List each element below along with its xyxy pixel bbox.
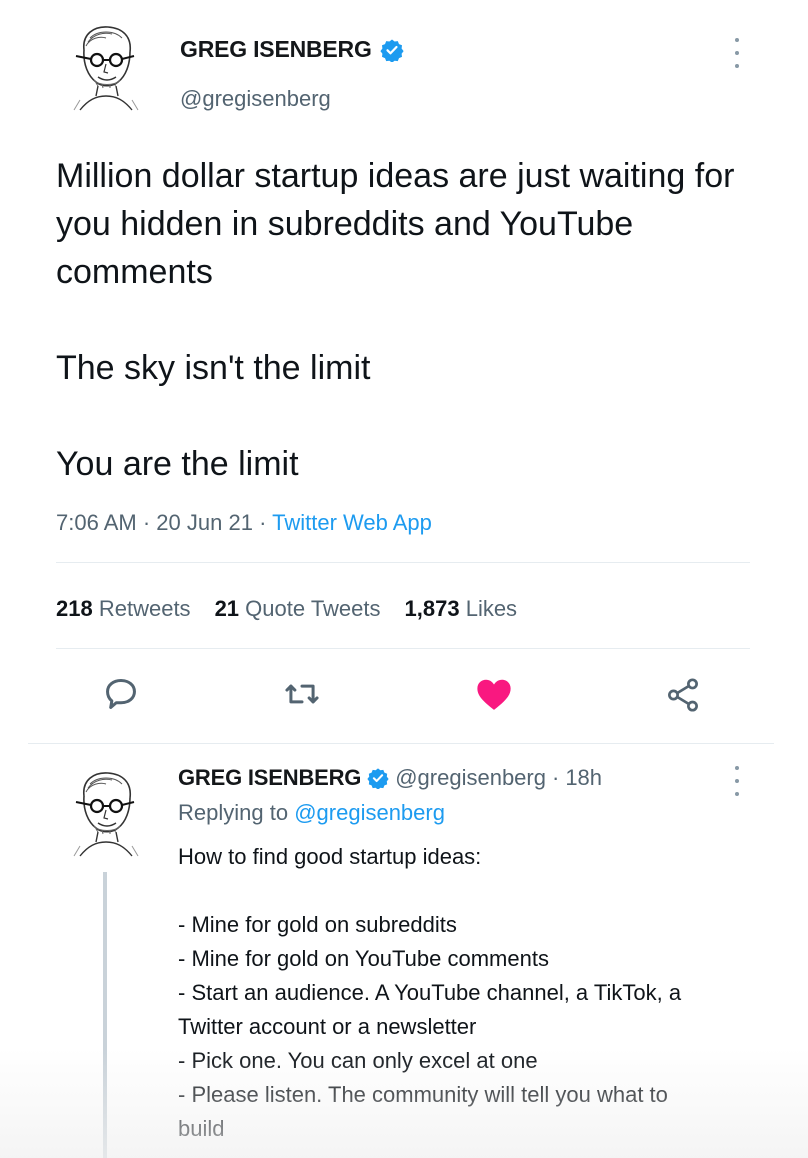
- reply-line: build: [178, 1116, 225, 1141]
- separator: ·: [259, 510, 267, 535]
- avatar[interactable]: [60, 20, 152, 112]
- reply-age[interactable]: 18h: [565, 765, 602, 791]
- stat-count: 21: [214, 596, 240, 621]
- reply-line: [178, 874, 778, 908]
- divider: [28, 743, 774, 744]
- author-row: GREG ISENBERG: [180, 36, 404, 63]
- share-icon[interactable]: [664, 676, 702, 719]
- verified-badge-icon: [380, 38, 404, 63]
- reply-body: How to find good startup ideas: - Mine f…: [178, 840, 778, 1146]
- reply-line: Twitter account or a newsletter: [178, 1014, 477, 1039]
- separator: ·: [551, 765, 560, 790]
- more-options-icon[interactable]: [732, 38, 742, 68]
- reply-author-row: GREG ISENBERG @gregisenberg · 18h: [178, 765, 602, 791]
- stat-label: Quote Tweets: [245, 596, 381, 621]
- divider: [56, 562, 750, 563]
- stat-label: Retweets: [98, 596, 191, 621]
- tweet-date[interactable]: 20 Jun 21: [156, 510, 253, 535]
- avatar[interactable]: [60, 766, 152, 858]
- tweet-stats: 218 Retweets 21 Quote Tweets 1,873 Likes: [56, 596, 517, 622]
- reply-line: - Mine for gold on YouTube comments: [178, 946, 549, 971]
- reply-line: How to find good startup ideas:: [178, 844, 482, 869]
- verified-badge-icon: [367, 767, 389, 790]
- author-handle[interactable]: @gregisenberg: [180, 86, 331, 112]
- tweet-paragraph: Million dollar startup ideas are just wa…: [56, 157, 735, 291]
- thread-connector-line: [103, 872, 107, 1158]
- more-options-icon[interactable]: [732, 766, 742, 796]
- likes-stat[interactable]: 1,873 Likes: [405, 596, 518, 622]
- stat-count: 1,873: [404, 596, 460, 621]
- reply-line: - Pick one. You can only excel at one: [178, 1048, 538, 1073]
- reply-line: - Start an audience. A YouTube channel, …: [178, 980, 682, 1005]
- replying-to-handle[interactable]: @gregisenberg: [294, 800, 445, 825]
- stat-label: Likes: [465, 596, 518, 621]
- stat-count: 218: [56, 596, 93, 621]
- retweets-stat[interactable]: 218 Retweets: [56, 596, 191, 622]
- tweet-paragraph: The sky isn't the limit: [56, 349, 371, 387]
- reply-author-handle[interactable]: @gregisenberg: [395, 765, 546, 791]
- quote-tweets-stat[interactable]: 21 Quote Tweets: [215, 596, 381, 622]
- reply-author-name[interactable]: GREG ISENBERG: [178, 765, 361, 791]
- replying-to-label: Replying to: [178, 800, 289, 825]
- source-app-link[interactable]: Twitter Web App: [272, 510, 432, 535]
- tweet-body: Million dollar startup ideas are just wa…: [56, 152, 756, 488]
- tweet-meta: 7:06 AM · 20 Jun 21 · Twitter Web App: [56, 510, 432, 536]
- author-name[interactable]: GREG ISENBERG: [180, 36, 372, 63]
- tweet-time[interactable]: 7:06 AM: [56, 510, 137, 535]
- retweet-icon[interactable]: [283, 675, 321, 718]
- reply-line: - Please listen. The community will tell…: [178, 1082, 668, 1107]
- like-icon[interactable]: [475, 676, 513, 717]
- avatar-sketch-icon: [73, 26, 139, 111]
- divider: [56, 648, 750, 649]
- separator: ·: [142, 510, 151, 535]
- reply-line: - Mine for gold on subreddits: [178, 912, 457, 937]
- reply-icon[interactable]: [102, 675, 140, 718]
- avatar-sketch-icon: [73, 772, 139, 857]
- replying-to: Replying to @gregisenberg: [178, 800, 445, 826]
- tweet-paragraph: You are the limit: [56, 445, 299, 483]
